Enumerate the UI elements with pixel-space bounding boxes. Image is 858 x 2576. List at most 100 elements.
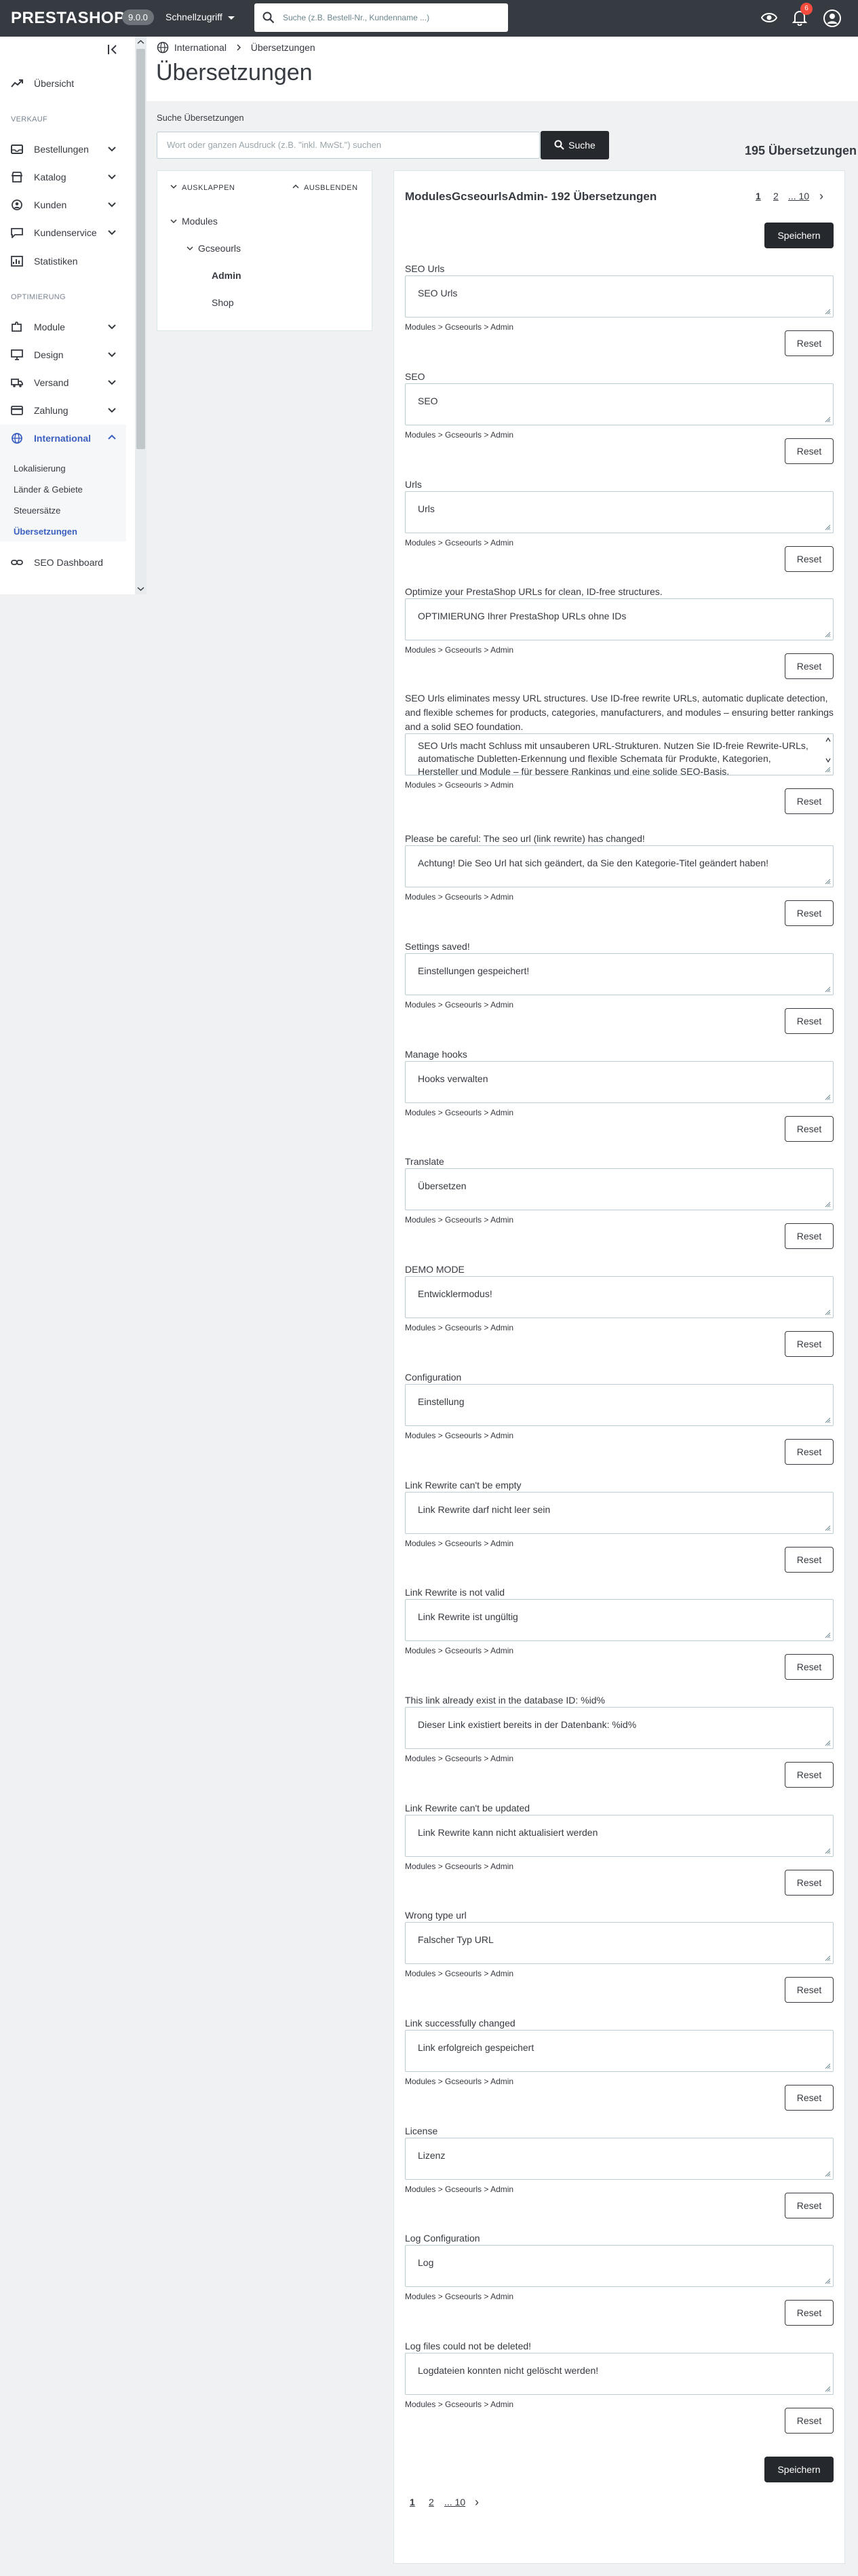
reset-button[interactable]: Reset	[785, 788, 834, 814]
translation-textarea[interactable]: Link Rewrite darf nicht leer sein	[405, 1492, 834, 1534]
translation-textarea[interactable]: Übersetzen	[405, 1168, 834, 1210]
resize-handle-icon[interactable]	[824, 1739, 831, 1746]
reset-button[interactable]: Reset	[785, 546, 834, 572]
tree-node-admin[interactable]: Admin	[212, 270, 241, 281]
sidebar-item-seo-dashboard[interactable]: SEO Dashboard	[0, 550, 130, 575]
prestashop-logo[interactable]: PRESTASHOP	[11, 9, 125, 28]
quick-access-dropdown[interactable]: Schnellzugriff	[165, 12, 235, 22]
breadcrumb-international[interactable]: International	[174, 42, 227, 53]
resize-handle-icon[interactable]	[824, 1094, 831, 1100]
sidebar-item-catalog[interactable]: Katalog	[0, 165, 130, 189]
sidebar-item-payment[interactable]: Zahlung	[0, 398, 130, 423]
global-search-input[interactable]: Suche (z.B. Bestell-Nr., Kundenname ...)	[254, 3, 508, 32]
resize-handle-icon[interactable]	[824, 1632, 831, 1638]
resize-handle-icon[interactable]	[824, 308, 831, 315]
sidebar-item-customer-service[interactable]: Kundenservice	[0, 220, 130, 245]
resize-handle-icon[interactable]	[824, 416, 831, 423]
scroll-down-icon[interactable]	[136, 586, 145, 592]
sidebar-subitem-taxes[interactable]: Steuersätze	[14, 505, 60, 516]
pagination-next-bottom[interactable]: ›	[475, 2495, 479, 2510]
reset-button[interactable]: Reset	[785, 1870, 834, 1896]
translation-textarea[interactable]: Einstellung	[405, 1384, 834, 1426]
scroll-up-icon[interactable]	[136, 39, 145, 45]
resize-handle-icon[interactable]	[824, 631, 831, 638]
resize-handle-icon[interactable]	[824, 2062, 831, 2069]
pagination-page-1-bottom[interactable]: 1	[410, 2497, 415, 2507]
resize-handle-icon[interactable]	[824, 1417, 831, 1423]
translation-textarea[interactable]: Dieser Link existiert bereits in der Dat…	[405, 1707, 834, 1749]
translation-textarea[interactable]: Link Rewrite kann nicht aktualisiert wer…	[405, 1815, 834, 1857]
sidebar-subitem-localization[interactable]: Lokalisierung	[14, 463, 66, 474]
sidebar-subitem-translations[interactable]: Übersetzungen	[14, 526, 77, 537]
expand-all-button[interactable]: AUSKLAPPEN	[170, 183, 235, 192]
reset-button[interactable]: Reset	[785, 2408, 834, 2434]
reset-button[interactable]: Reset	[785, 1439, 834, 1465]
textarea-scrollbar-icon[interactable]	[825, 735, 832, 773]
pagination-page-2[interactable]: 2	[773, 191, 779, 201]
reset-button[interactable]: Reset	[785, 2300, 834, 2326]
resize-handle-icon[interactable]	[824, 1955, 831, 1961]
sidebar-item-international[interactable]: International	[0, 426, 130, 450]
resize-handle-icon[interactable]	[824, 878, 831, 885]
reset-button[interactable]: Reset	[785, 1547, 834, 1573]
translation-textarea[interactable]: OPTIMIERUNG Ihrer PrestaShop URLs ohne I…	[405, 598, 834, 640]
resize-handle-icon[interactable]	[824, 2277, 831, 2284]
translation-textarea[interactable]: Achtung! Die Seo Url hat sich geändert, …	[405, 845, 834, 887]
reset-button[interactable]: Reset	[785, 1654, 834, 1680]
pagination-page-2-bottom[interactable]: 2	[429, 2497, 434, 2507]
sidebar-item-design[interactable]: Design	[0, 343, 130, 367]
reset-button[interactable]: Reset	[785, 1977, 834, 2003]
tree-node-shop[interactable]: Shop	[212, 297, 234, 308]
translation-textarea[interactable]: Urls	[405, 491, 834, 533]
resize-handle-icon[interactable]	[824, 1847, 831, 1854]
save-button[interactable]: Speichern	[764, 223, 834, 248]
pagination-page-last[interactable]: ... 10	[788, 191, 809, 201]
pagination-page-1[interactable]: 1	[756, 191, 761, 201]
collapse-all-button[interactable]: AUSBLENDEN	[292, 183, 358, 192]
translation-textarea[interactable]: Log	[405, 2245, 834, 2287]
pagination-page-last-bottom[interactable]: ... 10	[444, 2497, 465, 2507]
sidebar-item-customers[interactable]: Kunden	[0, 193, 130, 217]
view-shop-icon[interactable]	[761, 10, 777, 25]
translation-textarea[interactable]: Entwicklermodus!	[405, 1276, 834, 1318]
resize-handle-icon[interactable]	[824, 986, 831, 993]
collapse-sidebar-icon[interactable]	[106, 42, 121, 57]
reset-button[interactable]: Reset	[785, 653, 834, 679]
reset-button[interactable]: Reset	[785, 1762, 834, 1788]
pagination-next[interactable]: ›	[819, 189, 823, 204]
tree-node-gcseourls[interactable]: Gcseourls	[186, 243, 241, 254]
translation-textarea[interactable]: Link Rewrite ist ungültig	[405, 1599, 834, 1641]
search-translations-input[interactable]: Wort oder ganzen Ausdruck (z.B. "inkl. M…	[157, 132, 540, 159]
reset-button[interactable]: Reset	[785, 1008, 834, 1034]
reset-button[interactable]: Reset	[785, 2193, 834, 2218]
save-button-bottom[interactable]: Speichern	[764, 2457, 834, 2482]
tree-node-modules[interactable]: Modules	[170, 216, 218, 227]
resize-handle-icon[interactable]	[824, 1309, 831, 1315]
translation-textarea[interactable]: Falscher Typ URL	[405, 1922, 834, 1964]
reset-button[interactable]: Reset	[785, 1116, 834, 1142]
reset-button[interactable]: Reset	[785, 2085, 834, 2111]
translation-textarea[interactable]: SEO Urls	[405, 275, 834, 318]
user-avatar-icon[interactable]	[823, 9, 841, 27]
translation-textarea[interactable]: Lizenz	[405, 2138, 834, 2180]
reset-button[interactable]: Reset	[785, 1223, 834, 1249]
sidebar-scrollbar-thumb[interactable]	[136, 49, 145, 449]
translation-textarea[interactable]: Einstellungen gespeichert!	[405, 953, 834, 995]
translation-textarea[interactable]: Hooks verwalten	[405, 1061, 834, 1103]
translation-textarea[interactable]: SEO Urls macht Schluss mit unsauberen UR…	[405, 733, 834, 775]
sidebar-item-shipping[interactable]: Versand	[0, 370, 130, 395]
resize-handle-icon[interactable]	[824, 2385, 831, 2392]
reset-button[interactable]: Reset	[785, 330, 834, 356]
search-button[interactable]: Suche	[541, 131, 609, 159]
translation-textarea[interactable]: SEO	[405, 383, 834, 425]
sidebar-item-overview[interactable]: Übersicht	[0, 71, 130, 96]
sidebar-item-orders[interactable]: Bestellungen	[0, 137, 130, 161]
resize-handle-icon[interactable]	[824, 524, 831, 531]
translation-textarea[interactable]: Logdateien konnten nicht gelöscht werden…	[405, 2353, 834, 2395]
sidebar-subitem-countries[interactable]: Länder & Gebiete	[14, 484, 83, 495]
resize-handle-icon[interactable]	[824, 2170, 831, 2177]
reset-button[interactable]: Reset	[785, 1331, 834, 1357]
reset-button[interactable]: Reset	[785, 438, 834, 464]
resize-handle-icon[interactable]	[824, 1201, 831, 1208]
resize-handle-icon[interactable]	[824, 1524, 831, 1531]
